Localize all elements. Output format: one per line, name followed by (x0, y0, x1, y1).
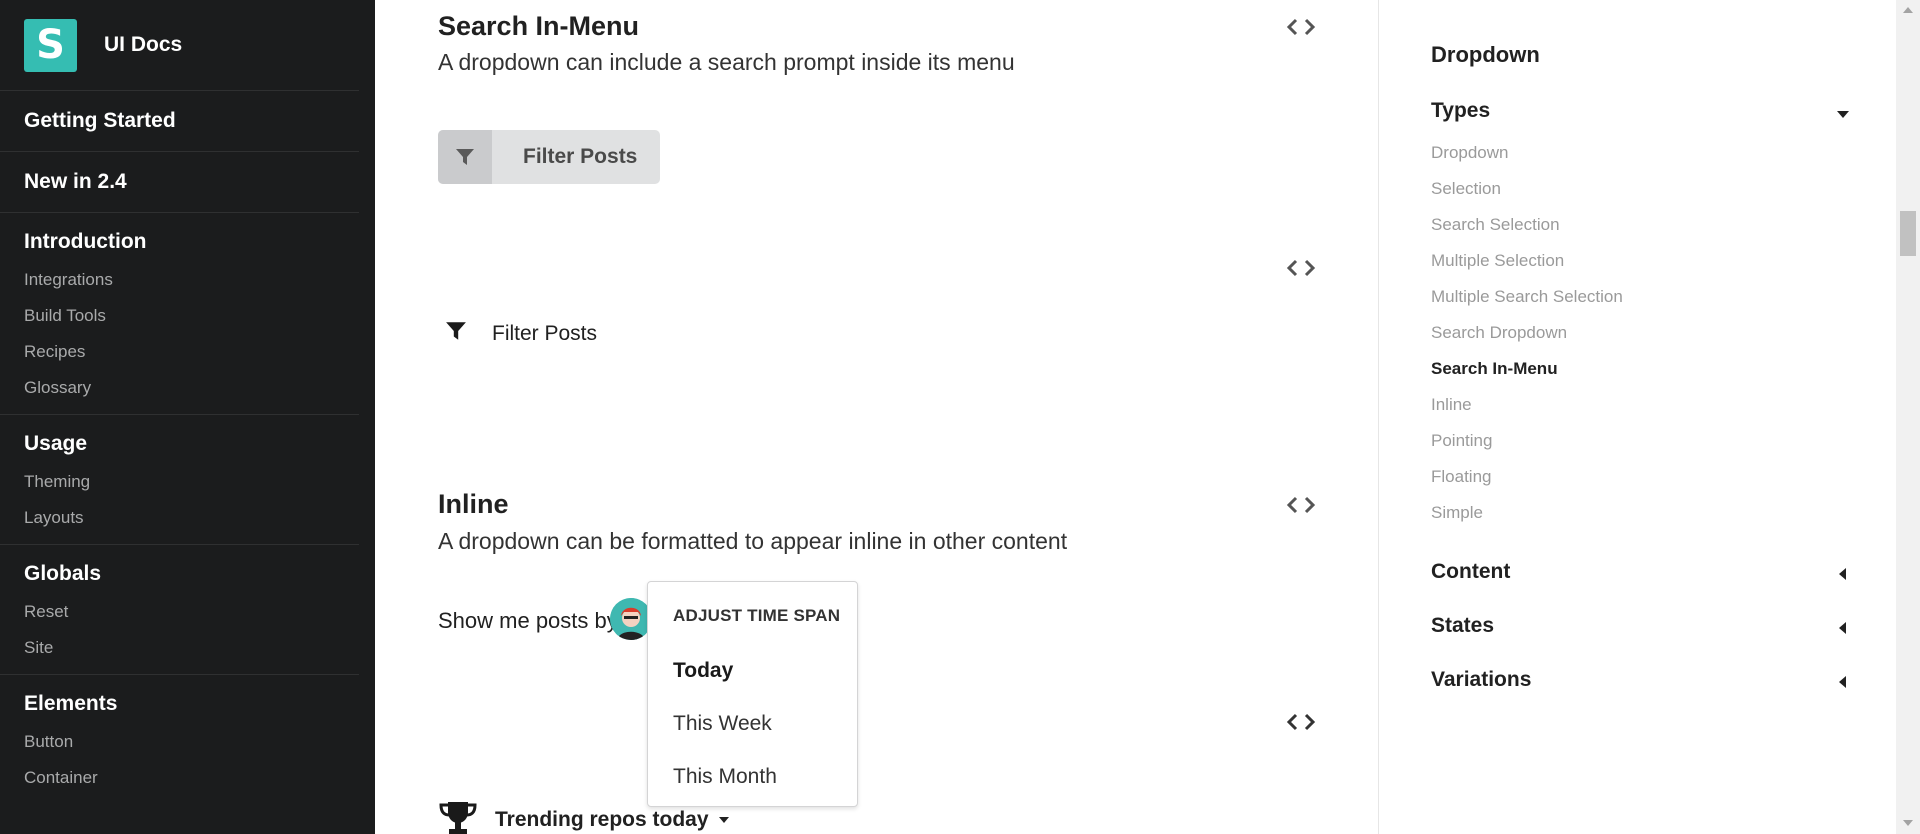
inline-sentence: Show me posts by (438, 608, 618, 633)
nav-new-in-2-4[interactable]: New in 2.4 (24, 170, 359, 194)
caret-left-icon[interactable] (1839, 568, 1846, 580)
toc-item-dropdown[interactable]: Dropdown (1431, 143, 1509, 163)
nav-item-build-tools[interactable]: Build Tools (24, 305, 359, 326)
toc-item-search-selection[interactable]: Search Selection (1431, 215, 1560, 235)
toc-item-search-in-menu[interactable]: Search In-Menu (1431, 359, 1558, 379)
avatar[interactable] (610, 598, 652, 640)
sidebar: S UI Docs Getting Started New in 2.4 Int… (0, 0, 375, 834)
filter-posts-button[interactable]: Filter Posts (438, 130, 660, 184)
caret-left-icon[interactable] (1839, 622, 1846, 634)
toc-item-multiple-selection[interactable]: Multiple Selection (1431, 251, 1564, 271)
nav-group-globals: Globals Reset Site (0, 545, 359, 675)
trending-label: Trending repos today (495, 807, 709, 831)
table-of-contents: Dropdown Types Dropdown Selection Search… (1378, 0, 1896, 834)
page-scrollbar[interactable] (1896, 0, 1920, 834)
menu-item-today[interactable]: Today (673, 659, 733, 683)
code-icon[interactable] (1286, 256, 1316, 280)
nav-group-elements: Elements Button Container (0, 675, 359, 804)
nav-globals[interactable]: Globals (24, 562, 359, 586)
nav-item-container[interactable]: Container (24, 767, 359, 788)
caret-down-icon[interactable] (1837, 111, 1849, 118)
toc-item-floating[interactable]: Floating (1431, 467, 1491, 487)
section-description-inline: A dropdown can be formatted to appear in… (438, 528, 1068, 554)
nav-item-button[interactable]: Button (24, 731, 359, 752)
nav-item-glossary[interactable]: Glossary (24, 377, 359, 398)
nav-item-integrations[interactable]: Integrations (24, 269, 359, 290)
toc-item-pointing[interactable]: Pointing (1431, 431, 1492, 451)
toc-section-states[interactable]: States (1431, 614, 1494, 638)
nav-item-layouts[interactable]: Layouts (24, 507, 359, 528)
filter-icon (445, 320, 467, 347)
nav-item-theming[interactable]: Theming (24, 471, 359, 492)
filter-posts-label: Filter Posts (523, 145, 638, 168)
logo[interactable]: S (24, 18, 77, 72)
nav-group-new: New in 2.4 (0, 152, 359, 213)
menu-item-this-month[interactable]: This Month (673, 765, 777, 789)
nav-usage[interactable]: Usage (24, 432, 359, 456)
toc-item-simple[interactable]: Simple (1431, 503, 1483, 523)
toc-item-selection[interactable]: Selection (1431, 179, 1501, 199)
nav-group-getting-started: Getting Started (0, 91, 359, 152)
nav-item-reset[interactable]: Reset (24, 601, 359, 622)
caret-down-icon (718, 816, 729, 823)
filter-posts-label: Filter Posts (492, 321, 598, 345)
code-icon[interactable] (1286, 493, 1316, 517)
toc-item-search-dropdown[interactable]: Search Dropdown (1431, 323, 1567, 343)
nav-item-site[interactable]: Site (24, 637, 359, 658)
nav-elements[interactable]: Elements (24, 692, 359, 716)
trending-repos-dropdown[interactable]: Trending repos today (438, 800, 729, 834)
scrollbar-thumb[interactable] (1900, 211, 1916, 256)
toc-title[interactable]: Dropdown (1431, 42, 1540, 68)
nav-item-recipes[interactable]: Recipes (24, 341, 359, 362)
trophy-icon (438, 800, 478, 834)
scroll-up-icon[interactable] (1903, 7, 1913, 13)
section-title-inline: Inline (438, 489, 509, 519)
caret-left-icon[interactable] (1839, 676, 1846, 688)
filter-posts-dropdown[interactable]: Filter Posts (445, 320, 597, 347)
toc-section-content[interactable]: Content (1431, 560, 1510, 584)
nav-group-introduction: Introduction Integrations Build Tools Re… (0, 213, 359, 415)
nav-introduction[interactable]: Introduction (24, 230, 359, 254)
toc-item-inline[interactable]: Inline (1431, 395, 1472, 415)
code-icon[interactable] (1286, 15, 1316, 39)
main-content: Search In-Menu A dropdown can include a … (375, 0, 1378, 834)
time-span-menu: ADJUST TIME SPAN Today This Week This Mo… (647, 581, 858, 807)
nav-group-usage: Usage Theming Layouts (0, 415, 359, 545)
scroll-down-icon[interactable] (1903, 820, 1913, 826)
section-description-search-in-menu: A dropdown can include a search prompt i… (438, 49, 1015, 75)
menu-item-this-week[interactable]: This Week (673, 712, 772, 736)
nav-getting-started[interactable]: Getting Started (24, 109, 359, 133)
filter-icon (438, 130, 492, 184)
section-title-search-in-menu: Search In-Menu (438, 11, 640, 41)
toc-item-multiple-search-selection[interactable]: Multiple Search Selection (1431, 287, 1623, 307)
toc-section-types[interactable]: Types (1431, 99, 1490, 123)
brand[interactable]: S UI Docs (0, 0, 359, 91)
menu-header: ADJUST TIME SPAN (673, 606, 841, 625)
brand-name[interactable]: UI Docs (104, 33, 182, 57)
code-icon[interactable] (1286, 710, 1316, 734)
toc-section-variations[interactable]: Variations (1431, 668, 1531, 692)
